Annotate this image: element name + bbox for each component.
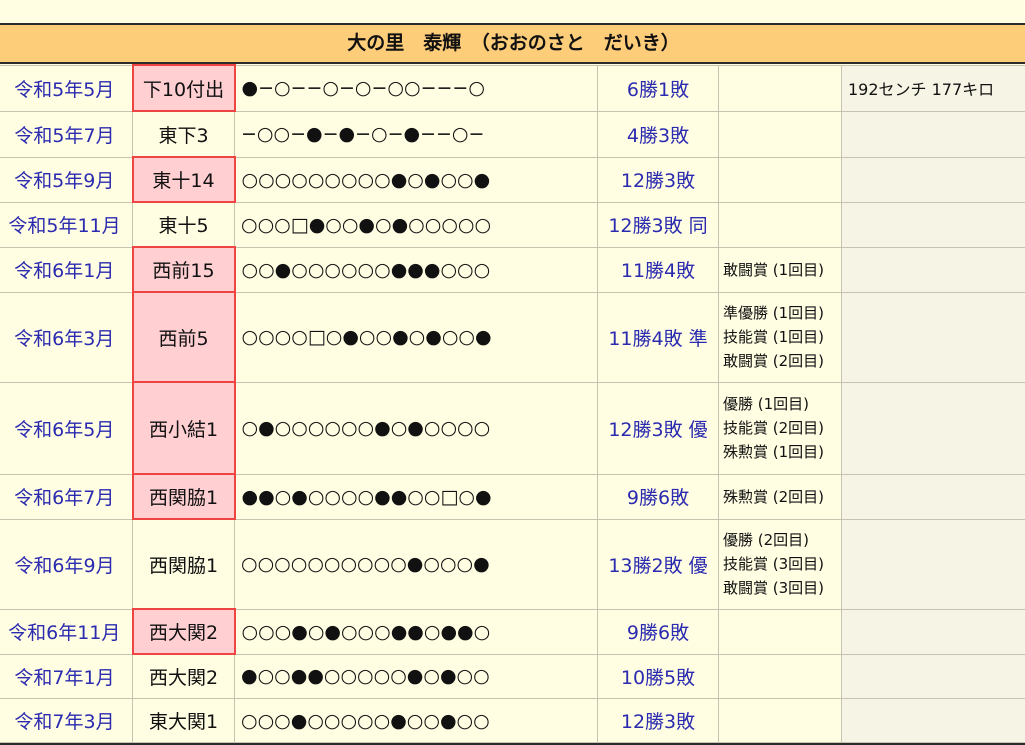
extra-cell bbox=[842, 699, 1025, 743]
extra-cell: 192センチ 177キロ bbox=[842, 65, 1025, 111]
rank-cell: 東十14 bbox=[133, 157, 235, 202]
rank-cell: 西小結1 bbox=[133, 382, 235, 474]
rank-cell: 西前15 bbox=[133, 247, 235, 292]
extra-cell bbox=[842, 247, 1025, 292]
table-row: 令和5年5月下10付出●−○−−○−○−○○−−−○6勝1敗 192センチ 177… bbox=[0, 65, 1025, 111]
extra-cell bbox=[842, 382, 1025, 474]
table-row: 令和5年11月東十5○○○□●○○●○●○○○○○12勝3敗 同 bbox=[0, 202, 1025, 247]
table-title: 大の里 泰輝 （おおのさと だいき） bbox=[0, 25, 1025, 64]
extra-cell bbox=[842, 111, 1025, 157]
awards-cell: 殊勲賞 (2回目) bbox=[719, 474, 842, 519]
table-row: 令和5年7月東下3−○○−●−●−○−●−−○−4勝3敗 bbox=[0, 111, 1025, 157]
bouts-cell: ●○○●●○○○○○●○●○○ bbox=[235, 654, 598, 699]
period-cell[interactable]: 令和5年9月 bbox=[0, 157, 133, 202]
extra-cell bbox=[842, 609, 1025, 654]
table-row: 令和6年1月西前15○○●○○○○○○●●●○○○11勝4敗敢闘賞 (1回目) bbox=[0, 247, 1025, 292]
awards-cell bbox=[719, 699, 842, 743]
record-table: 令和5年5月下10付出●−○−−○−○−○○−−−○6勝1敗 192センチ 177… bbox=[0, 64, 1025, 743]
bouts-cell: ●●○●○○○○●●○○□○● bbox=[235, 474, 598, 519]
bouts-cell: ●−○−−○−○−○○−−−○ bbox=[235, 65, 598, 111]
record-table-container: 大の里 泰輝 （おおのさと だいき） 令和5年5月下10付出●−○−−○−○−○… bbox=[0, 23, 1025, 745]
period-cell[interactable]: 令和6年5月 bbox=[0, 382, 133, 474]
awards-cell bbox=[719, 65, 842, 111]
rank-cell: 西大関2 bbox=[133, 609, 235, 654]
bouts-cell: ○○○□●○○●○●○○○○○ bbox=[235, 202, 598, 247]
record-cell[interactable]: 4勝3敗 bbox=[598, 111, 719, 157]
table-row: 令和7年1月西大関2●○○●●○○○○○●○●○○10勝5敗 bbox=[0, 654, 1025, 699]
bouts-cell: ○○○○○○○○○○●○○○● bbox=[235, 519, 598, 609]
period-cell[interactable]: 令和6年7月 bbox=[0, 474, 133, 519]
period-cell[interactable]: 令和7年1月 bbox=[0, 654, 133, 699]
rank-cell: 西関脇1 bbox=[133, 474, 235, 519]
extra-cell bbox=[842, 474, 1025, 519]
table-row: 令和5年9月東十14○○○○○○○○○●○●○○●12勝3敗 bbox=[0, 157, 1025, 202]
period-cell[interactable]: 令和6年9月 bbox=[0, 519, 133, 609]
record-table-body: 令和5年5月下10付出●−○−−○−○−○○−−−○6勝1敗 192センチ 177… bbox=[0, 65, 1025, 743]
period-cell[interactable]: 令和5年7月 bbox=[0, 111, 133, 157]
record-cell[interactable]: 11勝4敗 準 bbox=[598, 292, 719, 382]
rank-cell: 西大関2 bbox=[133, 654, 235, 699]
table-row: 令和7年3月東大関1○○○●○○○○○●○○●○○12勝3敗 bbox=[0, 699, 1025, 743]
extra-cell bbox=[842, 202, 1025, 247]
record-cell[interactable]: 9勝6敗 bbox=[598, 474, 719, 519]
extra-cell bbox=[842, 292, 1025, 382]
period-cell[interactable]: 令和6年1月 bbox=[0, 247, 133, 292]
rank-cell: 下10付出 bbox=[133, 65, 235, 111]
awards-cell bbox=[719, 654, 842, 699]
record-cell[interactable]: 11勝4敗 bbox=[598, 247, 719, 292]
table-row: 令和6年3月西前5○○○○□○●○○●○●○○●11勝4敗 準準優勝 (1回目)… bbox=[0, 292, 1025, 382]
extra-cell bbox=[842, 157, 1025, 202]
bouts-cell: ○○○○○○○○○●○●○○● bbox=[235, 157, 598, 202]
table-row: 令和6年5月西小結1○●○○○○○○●○●○○○○12勝3敗 優優勝 (1回目)… bbox=[0, 382, 1025, 474]
bouts-cell: ○○○○□○●○○●○●○○● bbox=[235, 292, 598, 382]
rank-cell: 西関脇1 bbox=[133, 519, 235, 609]
period-cell[interactable]: 令和5年11月 bbox=[0, 202, 133, 247]
awards-cell bbox=[719, 609, 842, 654]
period-cell[interactable]: 令和5年5月 bbox=[0, 65, 133, 111]
record-cell[interactable]: 12勝3敗 優 bbox=[598, 382, 719, 474]
bouts-cell: ○○○●○○○○○●○○●○○ bbox=[235, 699, 598, 743]
rank-cell: 東大関1 bbox=[133, 699, 235, 743]
awards-cell bbox=[719, 157, 842, 202]
record-cell[interactable]: 9勝6敗 bbox=[598, 609, 719, 654]
awards-cell: 優勝 (1回目)技能賞 (2回目)殊勲賞 (1回目) bbox=[719, 382, 842, 474]
period-cell[interactable]: 令和7年3月 bbox=[0, 699, 133, 743]
table-row: 令和6年7月西関脇1●●○●○○○○●●○○□○●9勝6敗殊勲賞 (2回目) bbox=[0, 474, 1025, 519]
rank-cell: 東十5 bbox=[133, 202, 235, 247]
awards-cell: 優勝 (2回目)技能賞 (3回目)敢闘賞 (3回目) bbox=[719, 519, 842, 609]
awards-cell bbox=[719, 202, 842, 247]
table-row: 令和6年11月西大関2○○○●○●○○○●●○●●○9勝6敗 bbox=[0, 609, 1025, 654]
record-cell[interactable]: 13勝2敗 優 bbox=[598, 519, 719, 609]
bouts-cell: ○○○●○●○○○●●○●●○ bbox=[235, 609, 598, 654]
bouts-cell: ○●○○○○○○●○●○○○○ bbox=[235, 382, 598, 474]
record-cell[interactable]: 12勝3敗 bbox=[598, 699, 719, 743]
record-cell[interactable]: 10勝5敗 bbox=[598, 654, 719, 699]
extra-cell bbox=[842, 519, 1025, 609]
extra-cell bbox=[842, 654, 1025, 699]
record-cell[interactable]: 12勝3敗 同 bbox=[598, 202, 719, 247]
record-cell[interactable]: 12勝3敗 bbox=[598, 157, 719, 202]
table-row: 令和6年9月西関脇1○○○○○○○○○○●○○○●13勝2敗 優優勝 (2回目)… bbox=[0, 519, 1025, 609]
awards-cell bbox=[719, 111, 842, 157]
period-cell[interactable]: 令和6年11月 bbox=[0, 609, 133, 654]
rank-cell: 西前5 bbox=[133, 292, 235, 382]
record-cell[interactable]: 6勝1敗 bbox=[598, 65, 719, 111]
period-cell[interactable]: 令和6年3月 bbox=[0, 292, 133, 382]
bouts-cell: −○○−●−●−○−●−−○− bbox=[235, 111, 598, 157]
rank-cell: 東下3 bbox=[133, 111, 235, 157]
awards-cell: 準優勝 (1回目)技能賞 (1回目)敢闘賞 (2回目) bbox=[719, 292, 842, 382]
awards-cell: 敢闘賞 (1回目) bbox=[719, 247, 842, 292]
bouts-cell: ○○●○○○○○○●●●○○○ bbox=[235, 247, 598, 292]
